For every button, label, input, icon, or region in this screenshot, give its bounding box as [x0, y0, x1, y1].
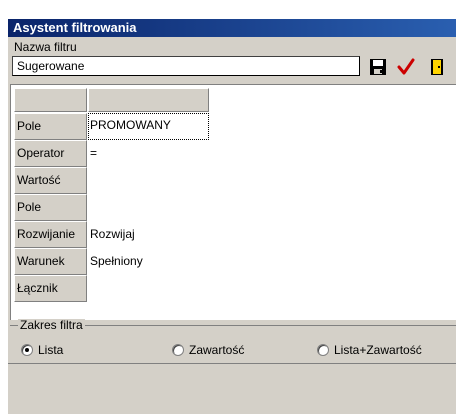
radio-label: Lista — [38, 343, 64, 357]
grid-row-header[interactable]: Pole — [14, 113, 87, 140]
radio-unselected-icon — [317, 344, 329, 356]
window-titlebar: Asystent filtrowania — [8, 19, 456, 37]
grid-row-header[interactable]: Operator — [14, 140, 87, 167]
grid-cell-warunek[interactable]: Spełniony — [88, 248, 209, 275]
grid-row-header[interactable]: Wartość — [14, 167, 87, 194]
scope-groupbox-title: Zakres filtra — [18, 318, 85, 332]
window-title: Asystent filtrowania — [13, 20, 137, 35]
scope-radio-zawartosc[interactable]: Zawartość — [172, 343, 244, 357]
window-top-strip — [8, 0, 456, 19]
grid-row-header[interactable]: Pole — [14, 194, 87, 221]
grid-row-header[interactable]: Warunek — [14, 248, 87, 275]
radio-label: Zawartość — [189, 343, 245, 357]
grid-corner-header — [14, 88, 87, 112]
scope-radio-lista-zawartosc[interactable]: Lista+Zawartość — [317, 343, 422, 357]
grid-row-header[interactable]: Łącznik — [14, 275, 87, 302]
scope-radio-lista[interactable]: Lista — [21, 343, 63, 357]
radio-unselected-icon — [172, 344, 184, 356]
checkmark-icon — [397, 58, 415, 75]
grid-cell-operator[interactable]: = — [88, 140, 209, 167]
save-button[interactable] — [369, 58, 387, 76]
floppy-disk-icon — [370, 59, 386, 75]
grid-cell-wartosc[interactable] — [88, 167, 209, 194]
grid-cell-rozwijanie[interactable]: Rozwijaj — [88, 221, 209, 248]
exit-door-icon — [431, 59, 443, 75]
filter-name-label: Nazwa filtru — [14, 40, 77, 54]
grid-cell-pole[interactable]: PROMOWANY — [88, 113, 209, 140]
radio-selected-icon — [21, 344, 33, 356]
bottom-separator — [8, 363, 456, 364]
radio-label: Lista+Zawartość — [334, 343, 422, 357]
ok-button[interactable] — [397, 58, 415, 76]
exit-button[interactable] — [428, 58, 446, 76]
filter-name-input[interactable] — [12, 56, 360, 76]
grid-cell-lacznik[interactable] — [88, 275, 209, 302]
grid-row-header[interactable]: Rozwijanie — [14, 221, 87, 248]
grid-column-header[interactable] — [88, 88, 209, 112]
grid-cell-pole-2[interactable] — [88, 194, 209, 221]
